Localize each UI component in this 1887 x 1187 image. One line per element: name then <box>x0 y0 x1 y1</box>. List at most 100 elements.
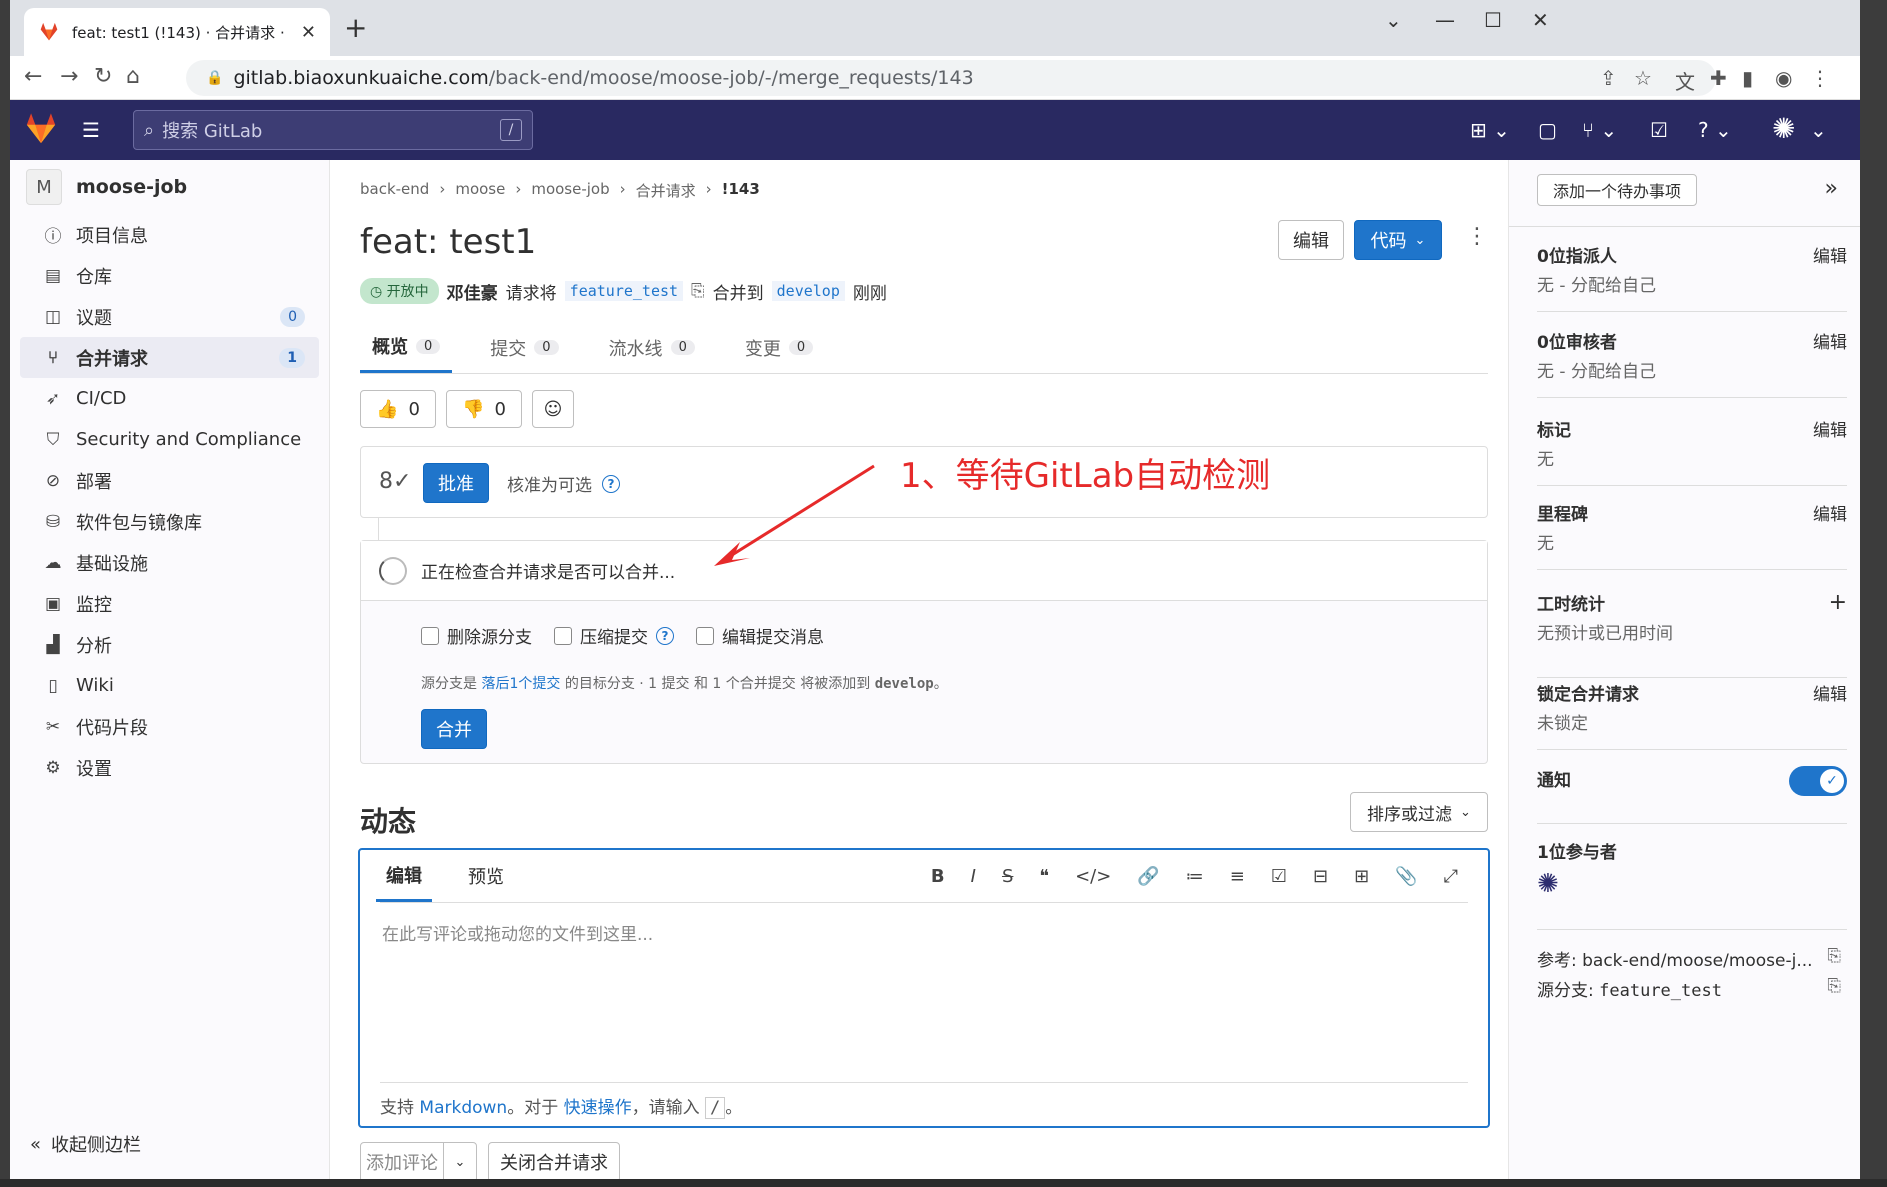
edit-commit-checkbox[interactable]: 编辑提交消息 <box>696 623 824 648</box>
star-icon[interactable]: ☆ <box>1634 66 1652 90</box>
sidebar-item-packages[interactable]: ⛁ 软件包与镜像库 <box>20 501 319 542</box>
quote-icon[interactable]: ❝ <box>1039 866 1049 887</box>
checkbox[interactable] <box>554 626 572 645</box>
chevron-down-icon[interactable]: ⌄ <box>1385 8 1402 32</box>
edit-button[interactable]: 编辑 <box>1278 220 1344 260</box>
breadcrumb-item[interactable]: 合并请求 <box>636 180 696 201</box>
help-icon[interactable]: ? ⌄ <box>1698 118 1732 142</box>
sidebar-item-deployments[interactable]: ⊘ 部署 <box>20 460 319 501</box>
link-icon[interactable]: 🔗 <box>1137 866 1159 887</box>
translate-icon[interactable]: 文 <box>1675 66 1695 95</box>
breadcrumb-current[interactable]: !143 <box>722 180 760 201</box>
add-comment-button[interactable]: 添加评论 <box>360 1142 444 1179</box>
numbered-list-icon[interactable]: ≡ <box>1230 866 1245 887</box>
thumbs-up-button[interactable]: 👍 0 <box>360 390 436 428</box>
fullscreen-icon[interactable]: ⤢ <box>1444 866 1458 887</box>
new-tab-icon[interactable]: + <box>344 14 367 42</box>
collapse-right-sidebar-icon[interactable]: » <box>1825 176 1838 201</box>
add-time-icon[interactable]: + <box>1829 590 1847 615</box>
attach-icon[interactable]: 📎 <box>1395 866 1417 887</box>
checkbox[interactable] <box>421 626 439 645</box>
merge-requests-icon[interactable]: ⑂ ⌄ <box>1582 118 1617 142</box>
sidebar-item-infrastructure[interactable]: ☁ 基础设施 <box>20 542 319 583</box>
menu-icon[interactable]: ⋮ <box>1810 66 1830 90</box>
issues-icon[interactable]: ▢ <box>1538 118 1557 142</box>
copy-icon[interactable]: ⎘ <box>1827 976 1841 996</box>
back-icon[interactable]: ← <box>24 64 42 89</box>
todo-icon[interactable]: ☑ <box>1650 118 1668 142</box>
maximize-icon[interactable]: ☐ <box>1484 8 1502 32</box>
help-icon[interactable]: ? <box>656 626 674 645</box>
strikethrough-icon[interactable]: S <box>1002 866 1013 887</box>
sidebar-item-snippets[interactable]: ✂ 代码片段 <box>20 706 319 747</box>
thumbs-down-button[interactable]: 👎 0 <box>446 390 522 428</box>
close-mr-button[interactable]: 关闭合并请求 <box>488 1142 620 1179</box>
target-branch[interactable]: develop <box>771 281 845 301</box>
tab-changes[interactable]: 变更 0 <box>733 322 825 373</box>
reviewer-value[interactable]: 无 - 分配给自己 <box>1537 357 1847 382</box>
quick-actions-link[interactable]: 快速操作 <box>564 1098 632 1118</box>
notifications-toggle[interactable]: ✓ <box>1789 766 1847 796</box>
search-input[interactable]: ⌕ 搜索 GitLab / <box>133 110 533 150</box>
code-icon[interactable]: </> <box>1075 866 1111 887</box>
sidebar-item-issues[interactable]: ◫ 议题 0 <box>20 296 319 337</box>
sidepanel-icon[interactable]: ▮ <box>1742 66 1753 90</box>
task-list-icon[interactable]: ☑ <box>1271 866 1287 887</box>
edit-assignee-link[interactable]: 编辑 <box>1813 242 1847 267</box>
kebab-menu-icon[interactable]: ⋮ <box>1466 224 1488 249</box>
checkbox[interactable] <box>696 626 714 645</box>
sidebar-item-repository[interactable]: ▤ 仓库 <box>20 255 319 296</box>
create-new-icon[interactable]: ⊞ ⌄ <box>1470 118 1510 142</box>
tab-edit[interactable]: 编辑 <box>376 850 432 902</box>
copy-icon[interactable]: ⎘ <box>1827 946 1841 966</box>
source-branch[interactable]: feature_test <box>564 281 684 301</box>
collapsible-icon[interactable]: ⊟ <box>1313 866 1328 887</box>
table-icon[interactable]: ⊞ <box>1354 866 1369 887</box>
edit-milestone-link[interactable]: 编辑 <box>1813 500 1847 525</box>
gitlab-logo-icon[interactable] <box>24 112 58 150</box>
merge-button[interactable]: 合并 <box>421 709 487 749</box>
project-header[interactable]: M moose-job <box>10 160 329 214</box>
squash-checkbox[interactable]: 压缩提交? <box>554 623 674 648</box>
code-button[interactable]: 代码 ⌄ <box>1354 220 1442 260</box>
sidebar-item-settings[interactable]: ⚙ 设置 <box>20 747 319 788</box>
add-reaction-button[interactable]: ☺ <box>532 390 574 428</box>
approve-button[interactable]: 批准 <box>423 463 489 503</box>
tab-commits[interactable]: 提交 0 <box>478 322 570 373</box>
share-icon[interactable]: ⇪ <box>1600 66 1617 90</box>
edit-reviewer-link[interactable]: 编辑 <box>1813 328 1847 353</box>
sidebar-item-cicd[interactable]: ➶ CI/CD <box>20 378 319 419</box>
sidebar-item-project-info[interactable]: ⓘ 项目信息 <box>20 214 319 255</box>
sidebar-item-analytics[interactable]: ▟ 分析 <box>20 624 319 665</box>
home-icon[interactable]: ⌂ <box>126 64 140 89</box>
comment-textarea[interactable]: 在此写评论或拖动您的文件到这里... <box>382 920 653 945</box>
sidebar-item-security[interactable]: ⛉ Security and Compliance <box>20 419 319 460</box>
breadcrumb-item[interactable]: moose-job <box>531 180 609 201</box>
italic-icon[interactable]: I <box>971 866 976 887</box>
browser-tab[interactable]: feat: test1 (!143) · 合并请求 · ba ✕ <box>24 8 330 56</box>
add-todo-button[interactable]: 添加一个待办事项 <box>1537 174 1697 206</box>
extensions-icon[interactable]: ✚ <box>1710 66 1727 90</box>
edit-lock-link[interactable]: 编辑 <box>1813 680 1847 705</box>
behind-commits-link[interactable]: 落后1个提交 <box>481 676 560 692</box>
tab-preview[interactable]: 预览 <box>458 850 514 902</box>
breadcrumb-item[interactable]: back-end <box>360 180 429 201</box>
chevron-down-icon[interactable]: ⌄ <box>1810 118 1827 142</box>
delete-source-checkbox[interactable]: 删除源分支 <box>421 623 532 648</box>
sidebar-item-monitor[interactable]: ▣ 监控 <box>20 583 319 624</box>
profile-icon[interactable]: ◉ <box>1775 66 1792 90</box>
comment-options-dropdown[interactable]: ⌄ <box>443 1142 477 1179</box>
close-tab-icon[interactable]: ✕ <box>301 22 316 43</box>
edit-labels-link[interactable]: 编辑 <box>1813 416 1847 441</box>
markdown-link[interactable]: Markdown <box>419 1098 507 1118</box>
sidebar-item-wiki[interactable]: ▯ Wiki <box>20 665 319 706</box>
tab-pipelines[interactable]: 流水线 0 <box>597 322 707 373</box>
help-icon[interactable]: ? <box>602 474 620 493</box>
sort-filter-button[interactable]: 排序或过滤 ⌄ <box>1350 792 1488 832</box>
minimize-icon[interactable]: — <box>1435 8 1455 32</box>
participant-avatar[interactable]: ✺ <box>1537 869 1847 899</box>
avatar[interactable]: ✺ <box>1772 112 1795 145</box>
url-field[interactable]: 🔒 gitlab.biaoxunkuaiche.com/back-end/moo… <box>186 60 1716 96</box>
bold-icon[interactable]: B <box>931 866 945 887</box>
sidebar-item-merge-requests[interactable]: ⑂ 合并请求 1 <box>20 337 319 378</box>
